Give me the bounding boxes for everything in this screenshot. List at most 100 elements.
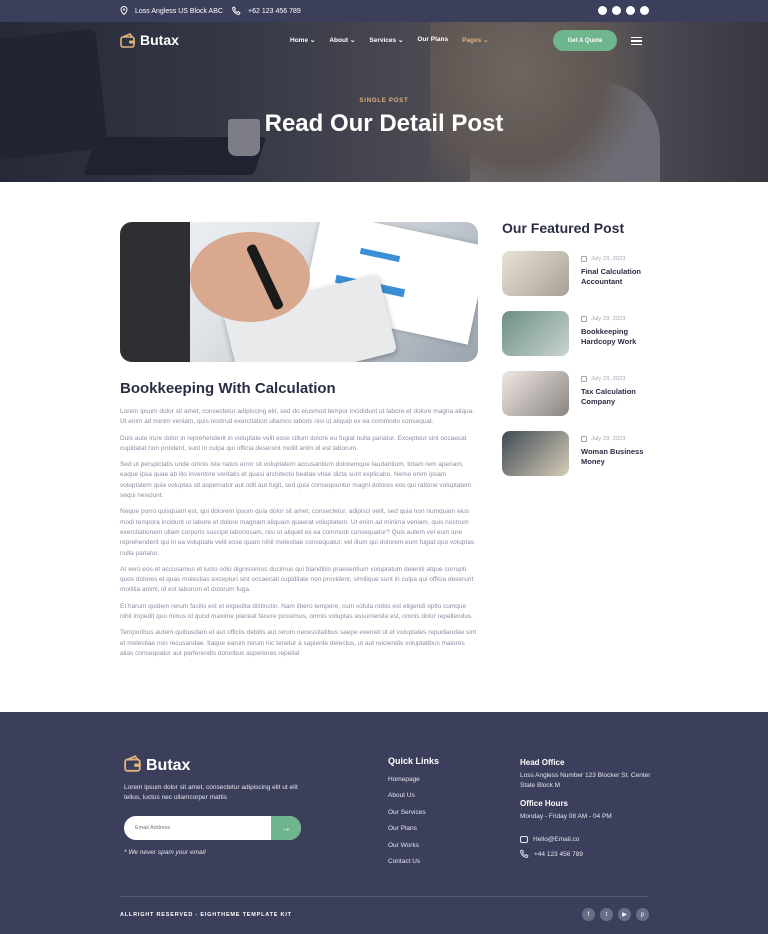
post-date: July 29, 2023 [581, 316, 652, 322]
facebook-icon[interactable]: f [582, 908, 595, 921]
top-bar: Loss Angless US Block ABC +62 123 456 78… [0, 0, 768, 22]
footer-link-our-works[interactable]: Our Works [388, 842, 439, 849]
post-date-text: July 29, 2023 [591, 376, 626, 382]
wallet-logo-icon [124, 755, 142, 777]
calendar-icon [581, 316, 587, 322]
nav-item-our-plans[interactable]: Our Plans [417, 36, 448, 44]
address-text: Loss Angless US Block ABC [135, 7, 223, 15]
phone-icon [520, 849, 529, 860]
contact-info: Head Office Loss Angless Number 123 Bloc… [520, 758, 660, 866]
youtube-icon[interactable]: ▶ [618, 908, 631, 921]
wallet-logo-icon [120, 32, 136, 48]
article-paragraph: Neque porro quisquam est, qui dolorem ip… [120, 508, 475, 557]
post-date: July 29, 2023 [581, 376, 652, 382]
article-title: Bookkeeping With Calculation [120, 380, 336, 397]
site-logo[interactable]: Butax [120, 32, 179, 48]
office-hours-text: Monday - Friday 08 AM - 04 PM [520, 813, 612, 820]
nav-item-services[interactable]: Services ⌄ [369, 36, 403, 44]
footer-link-our-plans[interactable]: Our Plans [388, 825, 439, 832]
mail-icon [520, 836, 528, 843]
article-paragraph: Sed ut perspiciatis unde omnis iste natu… [120, 461, 472, 500]
footer-link-about-us[interactable]: About Us [388, 792, 439, 799]
chevron-down-icon: ⌄ [309, 37, 316, 44]
logo-text: Butax [140, 32, 179, 48]
featured-post-item[interactable]: July 29, 2023 Tax Calculation Company [502, 371, 652, 416]
article-paragraph: Lorem ipsum dolor sit amet, consectetur … [120, 408, 475, 426]
head-office-title: Head Office [520, 758, 565, 767]
footer-phone-text: +44 123 456 789 [534, 851, 583, 858]
footer-link-homepage[interactable]: Homepage [388, 776, 439, 783]
location-pin-icon [120, 5, 128, 17]
nav-item-label: About [329, 37, 349, 44]
featured-post-item[interactable]: July 29, 2023 Woman Business Money [502, 431, 652, 476]
post-thumbnail[interactable] [502, 371, 569, 416]
post-title[interactable]: Tax Calculation Company [581, 387, 652, 406]
featured-posts-sidebar: Our Featured Post July 29, 2023 Final Ca… [502, 220, 652, 491]
twitter-icon[interactable] [612, 6, 621, 15]
article-paragraph: Duis aute irure dolor in reprehenderit i… [120, 434, 467, 452]
chevron-down-icon: ⌄ [397, 37, 404, 44]
spam-note: * We never spam your email [124, 849, 206, 856]
post-title[interactable]: Bookkeeping Hardcopy Work [581, 327, 652, 346]
hero-heading-block: SINGLE POST Read Our Detail Post [0, 98, 768, 138]
nav-item-pages[interactable]: Pages ⌄ [462, 36, 488, 44]
post-thumbnail[interactable] [502, 251, 569, 296]
page-title: Read Our Detail Post [264, 110, 504, 137]
article-paragraph: At vero eos et accusamus et iusto odio d… [120, 565, 474, 594]
calendar-icon [581, 436, 587, 442]
twitter-icon[interactable]: t [600, 908, 613, 921]
post-title[interactable]: Woman Business Money [581, 447, 652, 466]
nav-item-label: Pages [462, 37, 482, 44]
quick-links: Quick Links Homepage About Us Our Servic… [388, 756, 439, 874]
calendar-icon [581, 376, 587, 382]
footer-phone[interactable]: +44 123 456 789 [520, 849, 660, 860]
post-date: July 29, 2023 [581, 256, 652, 262]
footer-link-our-services[interactable]: Our Services [388, 809, 439, 816]
article-body: Bookkeeping With Calculation Lorem ipsum… [120, 380, 478, 665]
top-social-links [598, 6, 649, 15]
post-thumbnail[interactable] [502, 311, 569, 356]
featured-post-item[interactable]: July 29, 2023 Bookkeeping Hardcopy Work [502, 311, 652, 356]
footer-divider [120, 896, 648, 897]
youtube-icon[interactable] [626, 6, 635, 15]
subscribe-button[interactable]: → [271, 816, 301, 840]
chevron-down-icon: ⌄ [483, 37, 489, 44]
article-paragraph: Et harum quidem rerum facilis est et exp… [120, 602, 473, 621]
pinterest-icon[interactable]: p [636, 908, 649, 921]
nav-item-about[interactable]: About ⌄ [329, 36, 355, 44]
post-date-text: July 29, 2023 [591, 436, 626, 442]
nav-item-label: Our Plans [417, 36, 449, 43]
footer-email-text: Hello@Email.co [533, 836, 580, 843]
facebook-icon[interactable] [598, 6, 607, 15]
footer-link-contact-us[interactable]: Contact Us [388, 858, 439, 865]
post-date-text: July 29, 2023 [591, 316, 626, 322]
phone-icon [232, 5, 241, 17]
footer-email[interactable]: Hello@Email.co [520, 836, 660, 843]
post-thumbnail[interactable] [502, 431, 569, 476]
nav-item-label: Services [369, 37, 397, 44]
pinterest-icon[interactable] [640, 6, 649, 15]
article-featured-image [120, 222, 478, 362]
email-input[interactable] [135, 816, 265, 840]
newsletter-form: → [124, 816, 301, 840]
office-hours-title: Office Hours [520, 799, 569, 808]
phone-text: +62 123 456 789 [248, 7, 301, 15]
nav-item-home[interactable]: Home ⌄ [290, 36, 315, 44]
featured-post-item[interactable]: July 29, 2023 Final Calculation Accounta… [502, 251, 652, 296]
post-title[interactable]: Final Calculation Accountant [581, 267, 652, 286]
arrow-right-icon: → [281, 822, 291, 834]
quick-links-title: Quick Links [388, 756, 440, 766]
footer-logo[interactable]: Butax [124, 755, 190, 777]
hero-eyebrow: SINGLE POST [359, 98, 409, 104]
calendar-icon [581, 256, 587, 262]
copyright-text: ALLRIGHT RESERVED - EIGHTHEME TEMPLATE K… [120, 912, 292, 918]
phone-info: +62 123 456 789 [232, 0, 301, 22]
get-a-quote-button[interactable]: Get A Quote [553, 30, 617, 51]
nav-item-label: Home [290, 37, 309, 44]
article-paragraph: Temporibus autem quibusdam et aut offici… [120, 629, 477, 657]
chevron-down-icon: ⌄ [349, 37, 356, 44]
head-office-address: Loss Angless Number 123 Blocker St. Cent… [520, 772, 651, 789]
hamburger-menu-icon[interactable] [631, 37, 642, 45]
address-info: Loss Angless US Block ABC [120, 0, 223, 22]
post-date: July 29, 2023 [581, 436, 652, 442]
